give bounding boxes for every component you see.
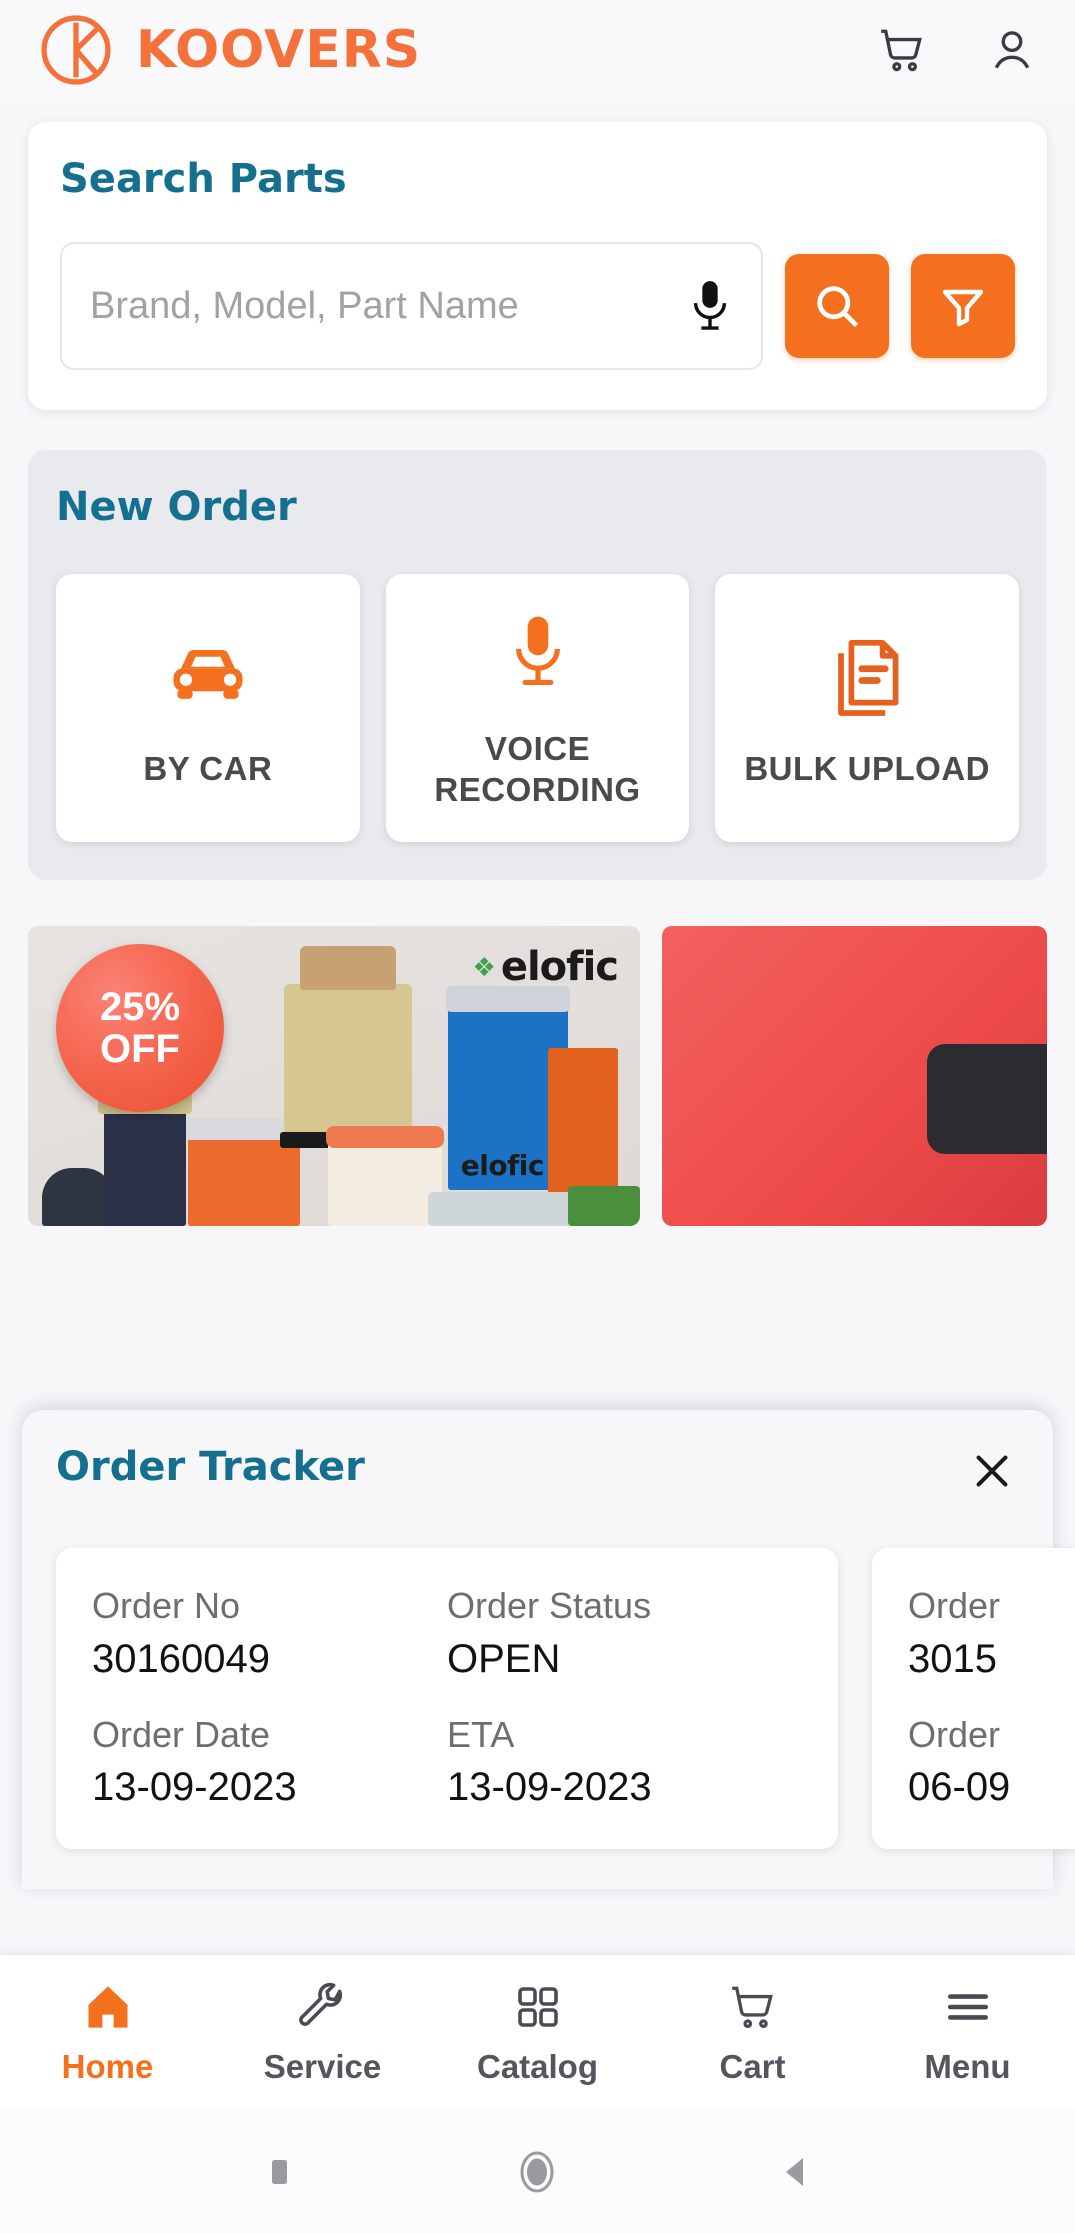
promo-banner-carousel[interactable]: 25% OFF elofic elofic — [28, 926, 1047, 1226]
tile-label: BULK UPLOAD — [744, 750, 990, 788]
order-no-field: Order 3015 — [908, 1582, 1075, 1685]
order-tracker-panel: Order Tracker Order No 30160049 Order St… — [22, 1410, 1075, 1890]
bottom-navigation: Home Service Catalog Cart Menu — [0, 1955, 1075, 2110]
microphone-icon — [507, 606, 569, 702]
account-icon[interactable] — [987, 25, 1037, 75]
order-no-field: Order No 30160049 — [92, 1582, 447, 1685]
elofic-brand-label-secondary: elofic — [460, 1149, 545, 1182]
elofic-brand-label: elofic — [473, 944, 619, 990]
new-order-tile-voice-recording[interactable]: VOICE RECORDING — [385, 574, 690, 842]
cart-icon — [728, 1980, 778, 2034]
nav-label: Menu — [924, 2047, 1011, 2085]
brand-name: KOOVERS — [136, 20, 422, 80]
home-icon — [82, 1980, 134, 2034]
discount-percent: 25% — [99, 985, 181, 1029]
triangle-back-icon[interactable] — [769, 2145, 823, 2199]
tile-label: VOICE RECORDING — [434, 729, 641, 808]
order-date-label: Order Date — [92, 1713, 271, 1755]
order-no-label: Order — [908, 1585, 1001, 1626]
promo-banner-elofic[interactable]: 25% OFF elofic elofic — [28, 926, 640, 1226]
new-order-tile-bulk-upload[interactable]: BULK UPLOAD — [715, 574, 1020, 842]
close-icon[interactable] — [965, 1444, 1019, 1498]
order-date-value: 06-09 — [908, 1765, 1011, 1810]
tile-label: BY CAR — [143, 750, 273, 788]
search-box[interactable] — [60, 242, 763, 370]
filter-funnel-icon — [942, 289, 984, 327]
order-no-value: 3015 — [908, 1636, 997, 1681]
circle-home-icon[interactable] — [510, 2145, 564, 2199]
search-parts-card: Search Parts — [28, 122, 1047, 410]
order-status-label: Order Status — [447, 1585, 652, 1626]
nav-label: Service — [263, 2047, 382, 2085]
nav-item-catalog[interactable]: Catalog — [430, 1980, 645, 2086]
order-tracker-title: Order Tracker — [56, 1444, 365, 1490]
nav-item-home[interactable]: Home — [0, 1980, 215, 2086]
nav-item-cart[interactable]: Cart — [645, 1980, 860, 2086]
search-button[interactable] — [785, 254, 889, 358]
koovers-circle-k-logo-icon — [41, 15, 111, 85]
order-card[interactable]: Order 3015 Order 06-09 — [872, 1548, 1075, 1850]
order-eta-field: ETA 13-09-2023 — [447, 1711, 802, 1814]
search-parts-title: Search Parts — [60, 156, 347, 202]
nav-label: Cart — [719, 2047, 786, 2085]
order-date-label: Order — [908, 1713, 1001, 1755]
discount-off: OFF — [100, 1027, 180, 1071]
search-icon — [817, 286, 859, 328]
app-screen: KOOVERS Search Parts Brand, Model, Part … — [0, 0, 1075, 2233]
nav-item-service[interactable]: Service — [215, 1980, 430, 2086]
cart-icon[interactable] — [877, 25, 927, 75]
order-status-field: Order Status OPEN — [447, 1582, 802, 1685]
square-recents-icon[interactable] — [252, 2145, 306, 2199]
hamburger-menu-icon — [943, 1980, 993, 2034]
order-date-field: Order Date 13-09-2023 — [92, 1711, 447, 1814]
grid-icon — [514, 1980, 562, 2034]
discount-badge: 25% OFF — [56, 944, 224, 1112]
car-icon — [162, 626, 254, 722]
order-no-value: 30160049 — [92, 1636, 270, 1681]
header-actions — [877, 25, 1037, 75]
search-row — [60, 242, 1015, 370]
new-order-panel: New Order BY CAR VOICE RECORDING BULK UP… — [28, 450, 1047, 880]
microphone-icon[interactable] — [687, 277, 733, 335]
android-system-bar — [0, 2110, 1075, 2233]
wrench-icon — [298, 1980, 348, 2034]
order-date-field: Order 06-09 — [908, 1711, 1075, 1814]
nav-label: Home — [61, 2047, 154, 2085]
filter-button[interactable] — [911, 254, 1015, 358]
new-order-tile-by-car[interactable]: BY CAR — [56, 574, 360, 842]
new-order-tiles: BY CAR VOICE RECORDING BULK UPLOAD — [56, 574, 1020, 842]
order-status-value: OPEN — [447, 1636, 561, 1681]
search-input[interactable] — [90, 284, 687, 328]
document-upload-icon — [828, 626, 906, 722]
brand-logo[interactable]: KOOVERS — [38, 12, 421, 88]
order-eta-value: 13-09-2023 — [447, 1765, 652, 1810]
app-header: KOOVERS — [0, 0, 1075, 100]
nav-label: Catalog — [476, 2047, 598, 2085]
order-card[interactable]: Order No 30160049 Order Status OPEN Orde… — [56, 1548, 838, 1850]
promo-banner-next[interactable] — [662, 926, 1047, 1226]
order-eta-label: ETA — [447, 1713, 515, 1755]
order-date-value: 13-09-2023 — [92, 1765, 297, 1810]
new-order-title: New Order — [56, 484, 297, 530]
order-no-label: Order No — [92, 1585, 241, 1626]
order-tracker-header: Order Tracker — [56, 1444, 1019, 1498]
nav-item-menu[interactable]: Menu — [860, 1980, 1075, 2086]
order-cards-scroller[interactable]: Order No 30160049 Order Status OPEN Orde… — [56, 1548, 1075, 1850]
